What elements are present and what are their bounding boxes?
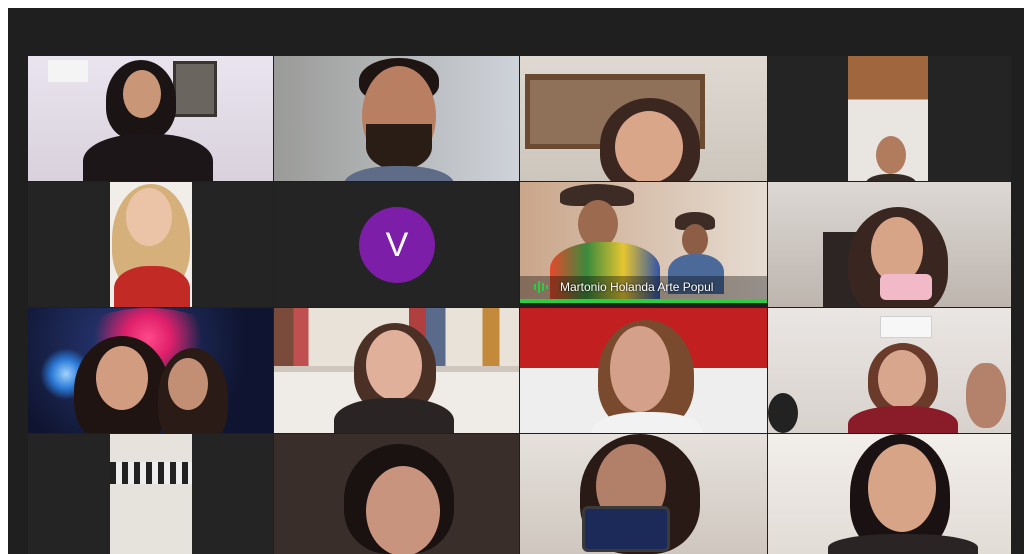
participant-tile-r1c4[interactable] — [768, 56, 1011, 181]
participant-name-label: Martonio Holanda Arte Popul — [560, 280, 714, 294]
participant-tile-r3c1[interactable] — [28, 308, 273, 433]
video-feed — [110, 434, 192, 554]
participant-tile-r1c1[interactable] — [28, 56, 273, 181]
participant-tile-r3c3[interactable] — [520, 308, 767, 433]
participant-tile-r2c1[interactable] — [28, 182, 273, 307]
participant-tile-r4c4[interactable] — [768, 434, 1011, 554]
participant-tile-r3c4[interactable] — [768, 308, 1011, 433]
wall-frame — [173, 61, 217, 117]
active-speaker-border — [520, 299, 767, 303]
audio-wave-icon — [534, 281, 548, 293]
phone — [582, 506, 670, 552]
fan — [768, 393, 798, 433]
plush-toy — [966, 363, 1006, 428]
participant-avatar: V — [359, 207, 435, 283]
beard — [366, 124, 432, 170]
participant-tile-r4c2[interactable] — [274, 434, 519, 554]
participant-tile-r1c3[interactable] — [520, 56, 767, 181]
phone — [880, 274, 932, 300]
checkered-tile — [110, 462, 192, 484]
participant-tile-r3c2[interactable] — [274, 308, 519, 433]
wall-unit — [880, 316, 932, 338]
participant-tile-r2c4[interactable] — [768, 182, 1011, 307]
participant-tile-r1c2[interactable] — [274, 56, 519, 181]
participant-tile-r4c3[interactable] — [520, 434, 767, 554]
ac-unit — [48, 60, 88, 82]
participant-tile-r4c1[interactable] — [28, 434, 273, 554]
